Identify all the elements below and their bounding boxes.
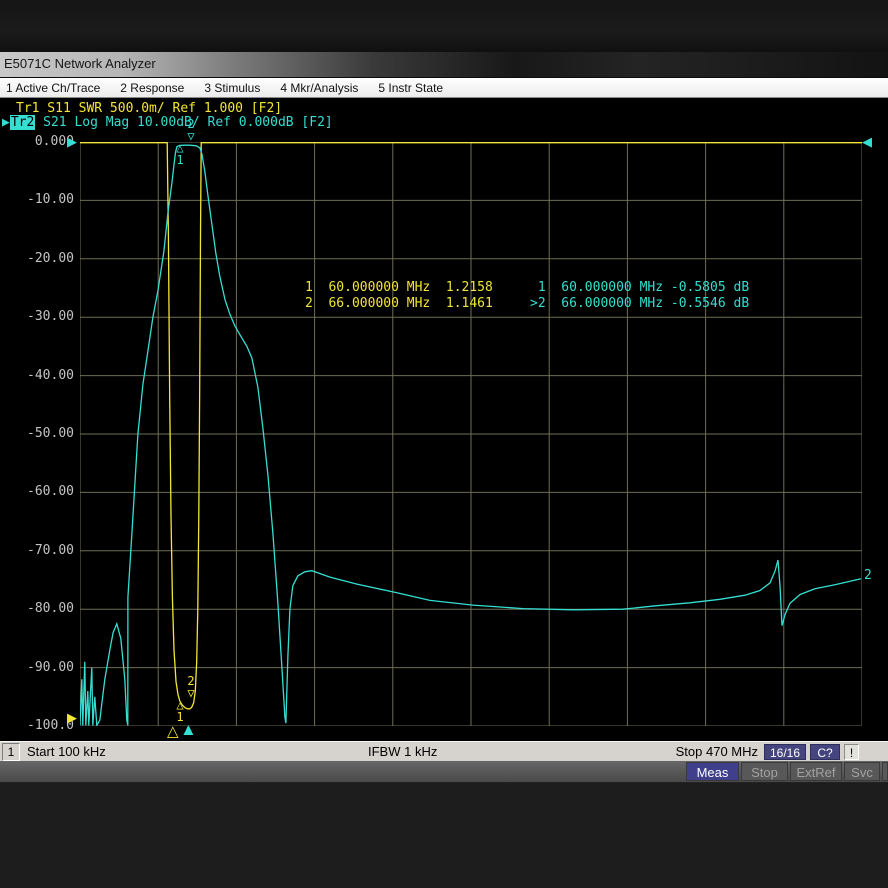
stop-button[interactable]: Stop: [741, 762, 788, 781]
graticule-plot: [80, 142, 862, 726]
marker1-glyph-tr2: △ 1: [172, 142, 188, 166]
marker-position-outline-triangle-icon: △: [167, 725, 179, 739]
meas-button[interactable]: Meas: [686, 762, 739, 781]
marker2-down-triangle-icon: ▽: [187, 687, 194, 699]
trace2-info-row[interactable]: ▶Tr2 S21 Log Mag 10.00dB/ Ref 0.000dB [F…: [2, 115, 333, 130]
active-trace-arrow-icon: ▶: [2, 115, 10, 130]
y-label-60: -60.00: [0, 484, 74, 499]
extref-button[interactable]: ExtRef: [790, 762, 842, 781]
window-titlebar: E5071C Network Analyzer: [0, 52, 888, 78]
trace2-end-label: 2: [864, 568, 872, 584]
alert-badge: !: [844, 744, 859, 760]
menu-stimulus[interactable]: 3 Stimulus: [194, 81, 270, 95]
cal-status-badge: C?: [810, 744, 840, 760]
tr2-ref-level-arrow-right-icon: ◀: [862, 135, 872, 148]
marker-readout-tr1: 1 60.000000 MHz 1.2158 2 66.000000 MHz 1…: [305, 280, 493, 311]
y-label-90: -90.00: [0, 660, 74, 675]
menu-instr-state[interactable]: 5 Instr State: [368, 81, 453, 95]
y-label-0: 0.000: [0, 134, 74, 149]
trace1-info-row[interactable]: Tr1 S11 SWR 500.0m/ Ref 1.000 [F2]: [16, 101, 282, 116]
toolbar-button-partial[interactable]: [882, 762, 888, 781]
marker1-number: 1: [176, 154, 183, 166]
menu-mkr-analysis[interactable]: 4 Mkr/Analysis: [270, 81, 368, 95]
y-label-10: -10.00: [0, 192, 74, 207]
bottom-toolbar: Meas Stop ExtRef Svc: [0, 761, 888, 783]
menu-bar: 1 Active Ch/Trace 2 Response 3 Stimulus …: [0, 78, 888, 98]
menu-response[interactable]: 2 Response: [110, 81, 194, 95]
toolbar-buttons: Meas Stop ExtRef Svc: [684, 762, 888, 781]
marker-readout-tr2: 1 60.000000 MHz -0.5805 dB >2 66.000000 …: [530, 280, 749, 311]
y-label-80: -80.00: [0, 601, 74, 616]
menu-active-ch-trace[interactable]: 1 Active Ch/Trace: [0, 81, 110, 95]
y-label-50: -50.00: [0, 426, 74, 441]
points-badge: 16/16: [764, 744, 806, 760]
marker2-glyph-tr2: 2 ▽: [183, 118, 199, 142]
y-label-100: -100.0: [0, 718, 74, 733]
instrument-bezel-bottom: [0, 783, 888, 888]
marker2-down-triangle-icon: ▽: [187, 130, 194, 142]
active-marker-position-triangle-icon: ▲: [180, 723, 197, 737]
measurement-display: Tr1 S11 SWR 500.0m/ Ref 1.000 [F2] ▶Tr2 …: [0, 98, 888, 741]
status-bar: 1 Start 100 kHz IFBW 1 kHz Stop 470 MHz …: [0, 741, 888, 761]
stop-frequency-label: Stop 470 MHz: [676, 744, 758, 759]
screenshot-root: E5071C Network Analyzer 1 Active Ch/Trac…: [0, 0, 888, 888]
y-label-40: -40.00: [0, 368, 74, 383]
ifbw-label: IFBW 1 kHz: [368, 744, 437, 759]
y-label-30: -30.00: [0, 309, 74, 324]
y-label-20: -20.00: [0, 251, 74, 266]
marker2-glyph-tr1: 2 ▽: [183, 675, 199, 699]
window-title: E5071C Network Analyzer: [4, 56, 156, 71]
trace2-label-inverted: Tr2: [10, 115, 35, 130]
instrument-bezel-top: [0, 0, 888, 52]
channel-number-box: 1: [2, 743, 20, 761]
y-label-70: -70.00: [0, 543, 74, 558]
start-frequency-label: Start 100 kHz: [27, 744, 106, 759]
svc-button[interactable]: Svc: [844, 762, 880, 781]
tr1-ref-level-arrow-icon: ▶: [67, 711, 77, 724]
tr2-ref-level-arrow-left-icon: ▶: [67, 135, 77, 148]
